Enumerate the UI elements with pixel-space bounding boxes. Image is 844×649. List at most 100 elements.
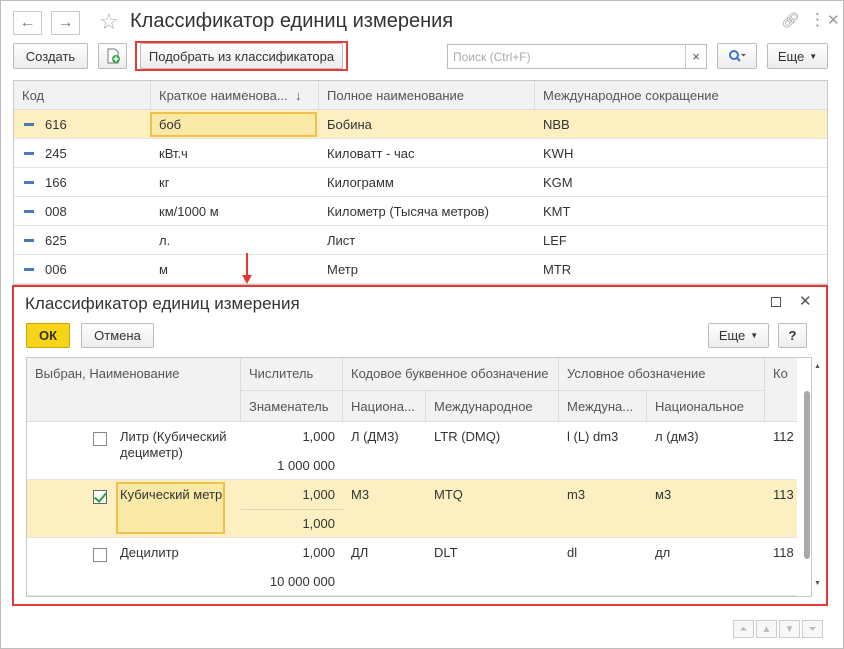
page-down-icon[interactable]: ▼ xyxy=(779,620,800,638)
column-header-short-name-label: Краткое наименова... xyxy=(159,88,288,103)
column-header-short-name[interactable]: Краткое наименова... ↓ xyxy=(151,81,319,110)
more-vertical-icon[interactable]: ⋮ xyxy=(809,10,826,30)
table-row[interactable]: 006 м Метр MTR xyxy=(14,255,827,284)
column-header-code[interactable]: Ко xyxy=(765,358,797,422)
cell-national: М3 xyxy=(351,487,370,502)
search-field[interactable]: Поиск (Ctrl+F) × xyxy=(447,44,707,69)
cell-international: MTQ xyxy=(434,487,463,502)
more-button[interactable]: Еще ▼ xyxy=(767,43,828,69)
table-row[interactable]: 008 км/1000 м Километр (Тысяча метров) KMT xyxy=(14,197,827,226)
table-row[interactable]: Кубический метр 1,000 1,000 М3 MTQ m3 м3 113 xyxy=(27,480,797,538)
link-icon[interactable]: 🔗︎ xyxy=(781,11,800,29)
help-button[interactable]: ? xyxy=(778,323,807,348)
select-checkbox[interactable] xyxy=(93,432,107,446)
cell-full: Бобина xyxy=(327,117,372,132)
ok-button[interactable]: ОК xyxy=(26,323,70,348)
column-header-international[interactable]: Международное xyxy=(426,390,559,422)
close-icon[interactable]: ✕ xyxy=(827,11,840,29)
row-item-icon xyxy=(24,181,34,184)
select-checkbox[interactable] xyxy=(93,490,107,504)
cell-short: кг xyxy=(159,175,170,190)
page-up-icon[interactable]: ▲ xyxy=(756,620,777,638)
cell-full: Километр (Тысяча метров) xyxy=(327,204,489,219)
cell-short: км/1000 м xyxy=(159,204,219,219)
chevron-down-icon: ▼ xyxy=(809,51,818,61)
cell-full: Метр xyxy=(327,262,358,277)
column-header-national[interactable]: Национа... xyxy=(343,390,426,422)
cell-full: Киловатт - час xyxy=(327,146,415,161)
cell-code: 616 xyxy=(45,117,67,132)
units-table[interactable]: Код Краткое наименова... ↓ Полное наимен… xyxy=(13,80,828,285)
search-button[interactable] xyxy=(717,43,757,69)
cell-international: DLT xyxy=(434,545,458,560)
cell-divider xyxy=(241,509,343,510)
cell-short: м xyxy=(159,262,168,277)
table-row[interactable]: 245 кВт.ч Киловатт - час KWH xyxy=(14,139,827,168)
scroll-up-icon[interactable]: ▲ xyxy=(814,363,821,370)
table-row[interactable]: Децилитр 1,000 10 000 000 ДЛ DLT dl дл 118 xyxy=(27,538,797,596)
cell-code: 006 xyxy=(45,262,67,277)
cell-short: кВт.ч xyxy=(159,146,188,161)
cell-intl: KMT xyxy=(543,204,571,219)
column-header-symbol-national[interactable]: Национальное xyxy=(647,390,765,422)
cell-denominator: 1 000 000 xyxy=(277,458,335,473)
cell-denominator: 1,000 xyxy=(302,516,335,531)
clear-search-button[interactable]: × xyxy=(685,45,706,68)
cell-numerator: 1,000 xyxy=(302,487,335,502)
classifier-dialog: Классификатор единиц измерения ✕ ОК Отме… xyxy=(12,285,828,606)
row-item-icon xyxy=(24,268,34,271)
column-header-full-name[interactable]: Полное наименование xyxy=(319,81,535,110)
scrollbar-thumb[interactable] xyxy=(804,391,810,559)
page-title: Классификатор единиц измерения xyxy=(130,10,454,32)
column-header-intl-abbr[interactable]: Международное сокращение xyxy=(535,81,827,110)
cell-code: 118 xyxy=(773,545,794,560)
column-header-letter-code[interactable]: Кодовое буквенное обозначение xyxy=(343,358,559,390)
scroll-down-icon[interactable]: ▼ xyxy=(814,580,821,587)
dialog-more-label: Еще xyxy=(718,328,746,343)
maximize-icon[interactable] xyxy=(771,297,781,307)
cell-symbol-national: м3 xyxy=(655,487,672,502)
classifier-table-header: Выбран, Наименование Числитель Знаменате… xyxy=(27,358,797,422)
dialog-close-icon[interactable]: ✕ xyxy=(799,292,812,310)
first-page-icon[interactable]: ⏶ xyxy=(733,620,754,638)
cell-code: 112 xyxy=(773,429,794,444)
back-button[interactable]: ← xyxy=(13,11,42,35)
column-header-code[interactable]: Код xyxy=(14,81,151,110)
column-header-name[interactable]: Выбран, Наименование xyxy=(27,358,241,422)
cell-code: 113 xyxy=(773,487,794,502)
cell-numerator: 1,000 xyxy=(302,429,335,444)
cell-name: Литр (Кубический дециметр) xyxy=(120,429,227,460)
pick-from-classifier-button[interactable]: Подобрать из классификатора xyxy=(140,43,343,69)
cell-short: боб xyxy=(159,117,182,132)
cell-intl: KWH xyxy=(543,146,574,161)
row-item-icon xyxy=(24,210,34,213)
cell-intl: NBB xyxy=(543,117,570,132)
cell-symbol-intl: m3 xyxy=(567,487,586,502)
forward-button[interactable]: → xyxy=(51,11,80,35)
column-header-symbol[interactable]: Условное обозначение xyxy=(559,358,765,390)
search-placeholder: Поиск (Ctrl+F) xyxy=(453,50,531,64)
row-item-icon xyxy=(24,123,34,126)
column-header-symbol-intl[interactable]: Междуна... xyxy=(559,390,647,422)
cell-national: Л (ДМ3) xyxy=(351,429,399,444)
classifier-table[interactable]: Выбран, Наименование Числитель Знаменате… xyxy=(26,357,812,597)
table-row[interactable]: 616 боб Бобина NBB xyxy=(14,110,827,139)
cell-full: Килограмм xyxy=(327,175,394,190)
table-row[interactable]: 166 кг Килограмм KGM xyxy=(14,168,827,197)
dialog-more-button[interactable]: Еще ▼ xyxy=(708,323,769,348)
table-row[interactable]: 625 л. Лист LEF xyxy=(14,226,827,255)
favorite-star-icon[interactable]: ☆ xyxy=(99,9,119,35)
column-header-numerator[interactable]: Числитель xyxy=(241,358,343,390)
select-checkbox[interactable] xyxy=(93,548,107,562)
create-button[interactable]: Создать xyxy=(13,43,88,69)
cell-denominator: 10 000 000 xyxy=(269,574,335,589)
table-row[interactable]: Литр (Кубический дециметр) 1,000 1 000 000… xyxy=(27,422,797,480)
last-page-icon[interactable]: ⏷ xyxy=(802,620,823,638)
column-header-denominator[interactable]: Знаменатель xyxy=(241,390,343,422)
cell-international: LTR (DMQ) xyxy=(434,429,501,444)
cancel-button[interactable]: Отмена xyxy=(81,323,154,348)
search-icon xyxy=(729,50,746,62)
cell-intl: LEF xyxy=(543,233,567,248)
create-copy-button[interactable] xyxy=(98,43,127,69)
add-document-icon xyxy=(107,48,120,64)
